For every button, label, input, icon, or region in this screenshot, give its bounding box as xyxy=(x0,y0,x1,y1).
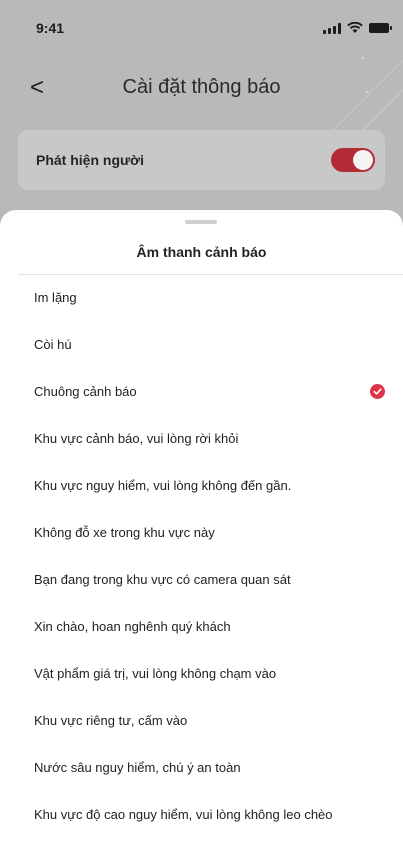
status-time: 9:41 xyxy=(36,20,65,36)
sound-option[interactable]: Xin chào, hoan nghênh quý khách xyxy=(0,603,403,650)
sound-option[interactable]: Im lặng xyxy=(0,274,403,321)
sound-option-label: Khu vực nguy hiểm, vui lòng không đến gầ… xyxy=(34,478,292,493)
sound-option[interactable]: Khu vực độ cao nguy hiểm, vui lòng không… xyxy=(0,791,403,838)
sound-option-label: Còi hú xyxy=(34,337,72,352)
sound-option[interactable]: Chuông cảnh báo xyxy=(0,368,403,415)
sound-option[interactable]: Nước sâu nguy hiểm, chú ý an toàn xyxy=(0,744,403,791)
decorative-lines xyxy=(332,56,403,130)
person-detection-card: Phát hiện người xyxy=(18,130,385,190)
battery-icon xyxy=(369,23,392,33)
signal-icon xyxy=(323,22,341,34)
alert-sound-sheet: Âm thanh cảnh báo Im lặng Còi hú Chuông cả… xyxy=(0,210,403,846)
toggle-knob xyxy=(353,150,373,170)
sound-option[interactable]: Không đỗ xe trong khu vực này xyxy=(0,509,403,556)
sheet-handle[interactable] xyxy=(185,220,217,224)
sound-option-label: Xin chào, hoan nghênh quý khách xyxy=(34,619,231,634)
check-circle-icon xyxy=(370,384,385,399)
sound-option-label: Không đỗ xe trong khu vực này xyxy=(34,525,215,540)
sheet-title: Âm thanh cảnh báo xyxy=(136,244,267,260)
sound-option-label: Khu vực cảnh báo, vui lòng rời khỏi xyxy=(34,431,239,446)
sound-option[interactable]: Khu vực riêng tư, cấm vào xyxy=(0,697,403,744)
sound-option-label: Khu vực độ cao nguy hiểm, vui lòng không… xyxy=(34,807,333,822)
sound-option-label: Chuông cảnh báo xyxy=(34,384,137,399)
status-icons xyxy=(323,22,392,34)
person-detection-toggle[interactable] xyxy=(331,148,375,172)
sound-option-label: Nước sâu nguy hiểm, chú ý an toàn xyxy=(34,760,241,775)
sound-option[interactable]: Vật phẩm giá trị, vui lòng không chạm và… xyxy=(0,650,403,697)
sound-options-list: Im lặng Còi hú Chuông cảnh báo Khu vực cảnh… xyxy=(0,274,403,838)
sound-option-label: Im lặng xyxy=(34,290,77,305)
person-detection-label: Phát hiện người xyxy=(36,152,144,168)
sound-option[interactable]: Bạn đang trong khu vực có camera quan sá… xyxy=(0,556,403,603)
wifi-icon xyxy=(347,22,363,33)
sound-option-label: Vật phẩm giá trị, vui lòng không chạm và… xyxy=(34,666,277,681)
sound-option-label: Bạn đang trong khu vực có camera quan sá… xyxy=(34,572,291,587)
sound-option[interactable]: Còi hú xyxy=(0,321,403,368)
sound-option[interactable]: Khu vực cảnh báo, vui lòng rời khỏi xyxy=(0,415,403,462)
sound-option[interactable]: Khu vực nguy hiểm, vui lòng không đến gầ… xyxy=(0,462,403,509)
sound-option-label: Khu vực riêng tư, cấm vào xyxy=(34,713,188,728)
